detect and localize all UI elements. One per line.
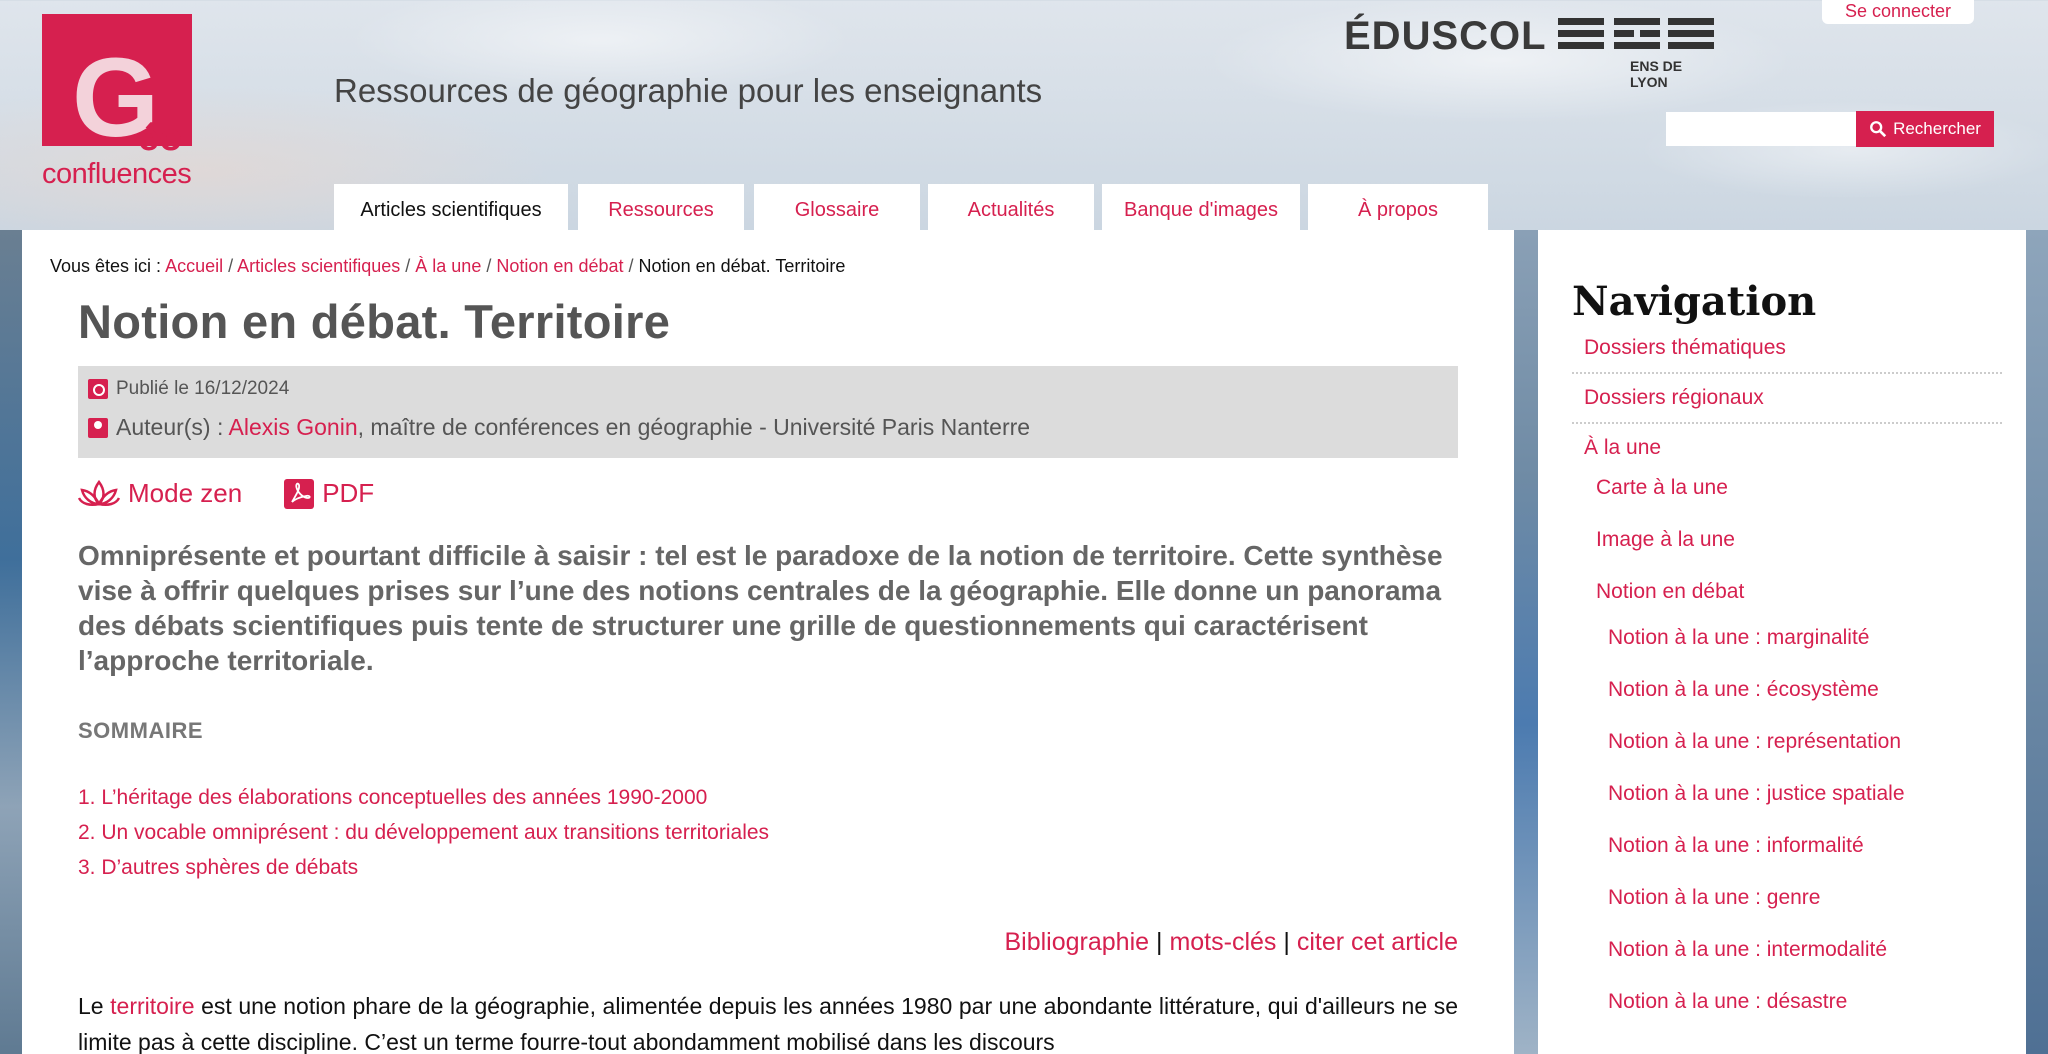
author-row: Auteur(s) : Alexis Gonin, maître de conf… (88, 414, 1030, 441)
nav-dossiers-thematiques[interactable]: Dossiers thématiques (1584, 336, 1786, 360)
calendar-icon (88, 379, 108, 399)
tab-glossaire[interactable]: Glossaire (754, 184, 920, 230)
nav-dossiers-regionaux[interactable]: Dossiers régionaux (1584, 386, 1764, 410)
nav-notion-genre[interactable]: Notion à la une : genre (1608, 886, 1820, 910)
link-separator: | (1156, 928, 1163, 956)
search-button[interactable]: Rechercher (1856, 111, 1994, 147)
pdf-button[interactable]: PDF (284, 478, 374, 509)
navigation-title: Navigation (1572, 278, 1817, 325)
background-strip-middle (1514, 230, 1538, 1054)
breadcrumb-current: Notion en débat. Territoire (638, 256, 846, 276)
zen-mode-button[interactable]: Mode zen (78, 478, 242, 509)
background-strip-right (2026, 230, 2048, 1054)
breadcrumb-a-la-une[interactable]: À la une (415, 256, 481, 276)
logo-accent: éo (138, 117, 183, 159)
sommaire-heading: SOMMAIRE (78, 718, 203, 743)
eduscol-logo[interactable]: ÉDUSCOL (1344, 14, 1547, 59)
toc-item-1[interactable]: 1. L’héritage des élaborations conceptue… (78, 780, 769, 815)
toc-item-2[interactable]: 2. Un vocable omniprésent : du développe… (78, 815, 769, 850)
ens-lyon-logo[interactable]: ENS DE LYON (1558, 18, 1714, 90)
author-link[interactable]: Alexis Gonin (229, 414, 358, 440)
toc-item-3[interactable]: 3. D’autres sphères de débats (78, 850, 769, 885)
search-button-label: Rechercher (1893, 119, 1981, 138)
nav-divider (1572, 372, 2002, 374)
publication-date: Publié le 16/12/2024 (88, 378, 289, 400)
breadcrumb-articles[interactable]: Articles scientifiques (237, 256, 400, 276)
zen-mode-label: Mode zen (128, 478, 243, 508)
tab-a-propos[interactable]: À propos (1308, 184, 1488, 230)
nav-image-a-la-une[interactable]: Image à la une (1596, 528, 1735, 552)
table-of-contents: 1. L’héritage des élaborations conceptue… (78, 780, 769, 885)
nav-notion-desastre[interactable]: Notion à la une : désastre (1608, 990, 1847, 1014)
site-logo[interactable]: G éo confluences (42, 14, 192, 190)
tab-banque-images[interactable]: Banque d'images (1102, 184, 1300, 230)
logo-subtitle: confluences (42, 158, 192, 190)
body-rest: est une notion phare de la géographie, a… (78, 993, 1458, 1054)
site-tagline: Ressources de géographie pour les enseig… (334, 72, 1043, 109)
login-button[interactable]: Se connecter (1822, 0, 1974, 24)
author-affiliation: , maître de conférences en géographie - … (357, 414, 1031, 440)
nav-carte-a-la-une[interactable]: Carte à la une (1596, 476, 1728, 500)
authors-label: Auteur(s) : (116, 414, 224, 440)
territoire-link[interactable]: territoire (110, 993, 194, 1019)
cite-link[interactable]: citer cet article (1297, 928, 1458, 956)
nav-notion-informalite[interactable]: Notion à la une : informalité (1608, 834, 1864, 858)
pdf-icon (284, 478, 315, 509)
tab-articles-scientifiques[interactable]: Articles scientifiques (334, 184, 568, 230)
nav-notion-justice-spatiale[interactable]: Notion à la une : justice spatiale (1608, 782, 1905, 806)
breadcrumb-prefix: Vous êtes ici : (50, 256, 162, 276)
article-body: Le territoire est une notion phare de la… (78, 988, 1458, 1054)
main-content: Vous êtes ici : Accueil / Articles scien… (22, 230, 1514, 1054)
article-tools: Mode zen PDF (78, 478, 374, 509)
page-title: Notion en débat. Territoire (78, 295, 671, 348)
ens-label: ENS DE LYON (1630, 58, 1683, 90)
nav-notion-ecosysteme[interactable]: Notion à la une : écosystème (1608, 678, 1879, 702)
breadcrumb-notion-en-debat[interactable]: Notion en débat (496, 256, 623, 276)
background-strip-left (0, 230, 22, 1054)
nav-notion-marginalite[interactable]: Notion à la une : marginalité (1608, 626, 1870, 650)
bibliography-link[interactable]: Bibliographie (1005, 928, 1150, 956)
keywords-link[interactable]: mots-clés (1169, 928, 1276, 956)
user-icon (88, 417, 108, 438)
article-lead: Omniprésente et pourtant difficile à sai… (78, 540, 1443, 676)
nav-notion-en-debat[interactable]: Notion en débat (1596, 580, 1744, 604)
nav-a-la-une[interactable]: À la une (1584, 436, 1661, 460)
pdf-label: PDF (322, 478, 375, 508)
tab-ressources[interactable]: Ressources (578, 184, 744, 230)
nav-notion-intermodalite[interactable]: Notion à la une : intermodalité (1608, 938, 1887, 962)
article-meta: Publié le 16/12/2024 Auteur(s) : Alexis … (78, 366, 1458, 458)
link-separator: | (1283, 928, 1290, 956)
search-icon (1870, 121, 1887, 138)
article-links: Bibliographie | mots-clés | citer cet ar… (1005, 928, 1459, 957)
breadcrumb: Vous êtes ici : Accueil / Articles scien… (50, 256, 846, 276)
lotus-icon (78, 479, 120, 506)
published-text: Publié le 16/12/2024 (116, 378, 290, 399)
body-intro: Le (78, 993, 104, 1019)
nav-notion-representation[interactable]: Notion à la une : représentation (1608, 730, 1901, 754)
nav-divider (1572, 422, 2002, 424)
breadcrumb-accueil[interactable]: Accueil (165, 256, 223, 276)
search-input[interactable] (1666, 112, 1856, 146)
tab-actualites[interactable]: Actualités (928, 184, 1094, 230)
navigation-sidebar: Navigation Dossiers thématiques Dossiers… (1538, 230, 2026, 1054)
